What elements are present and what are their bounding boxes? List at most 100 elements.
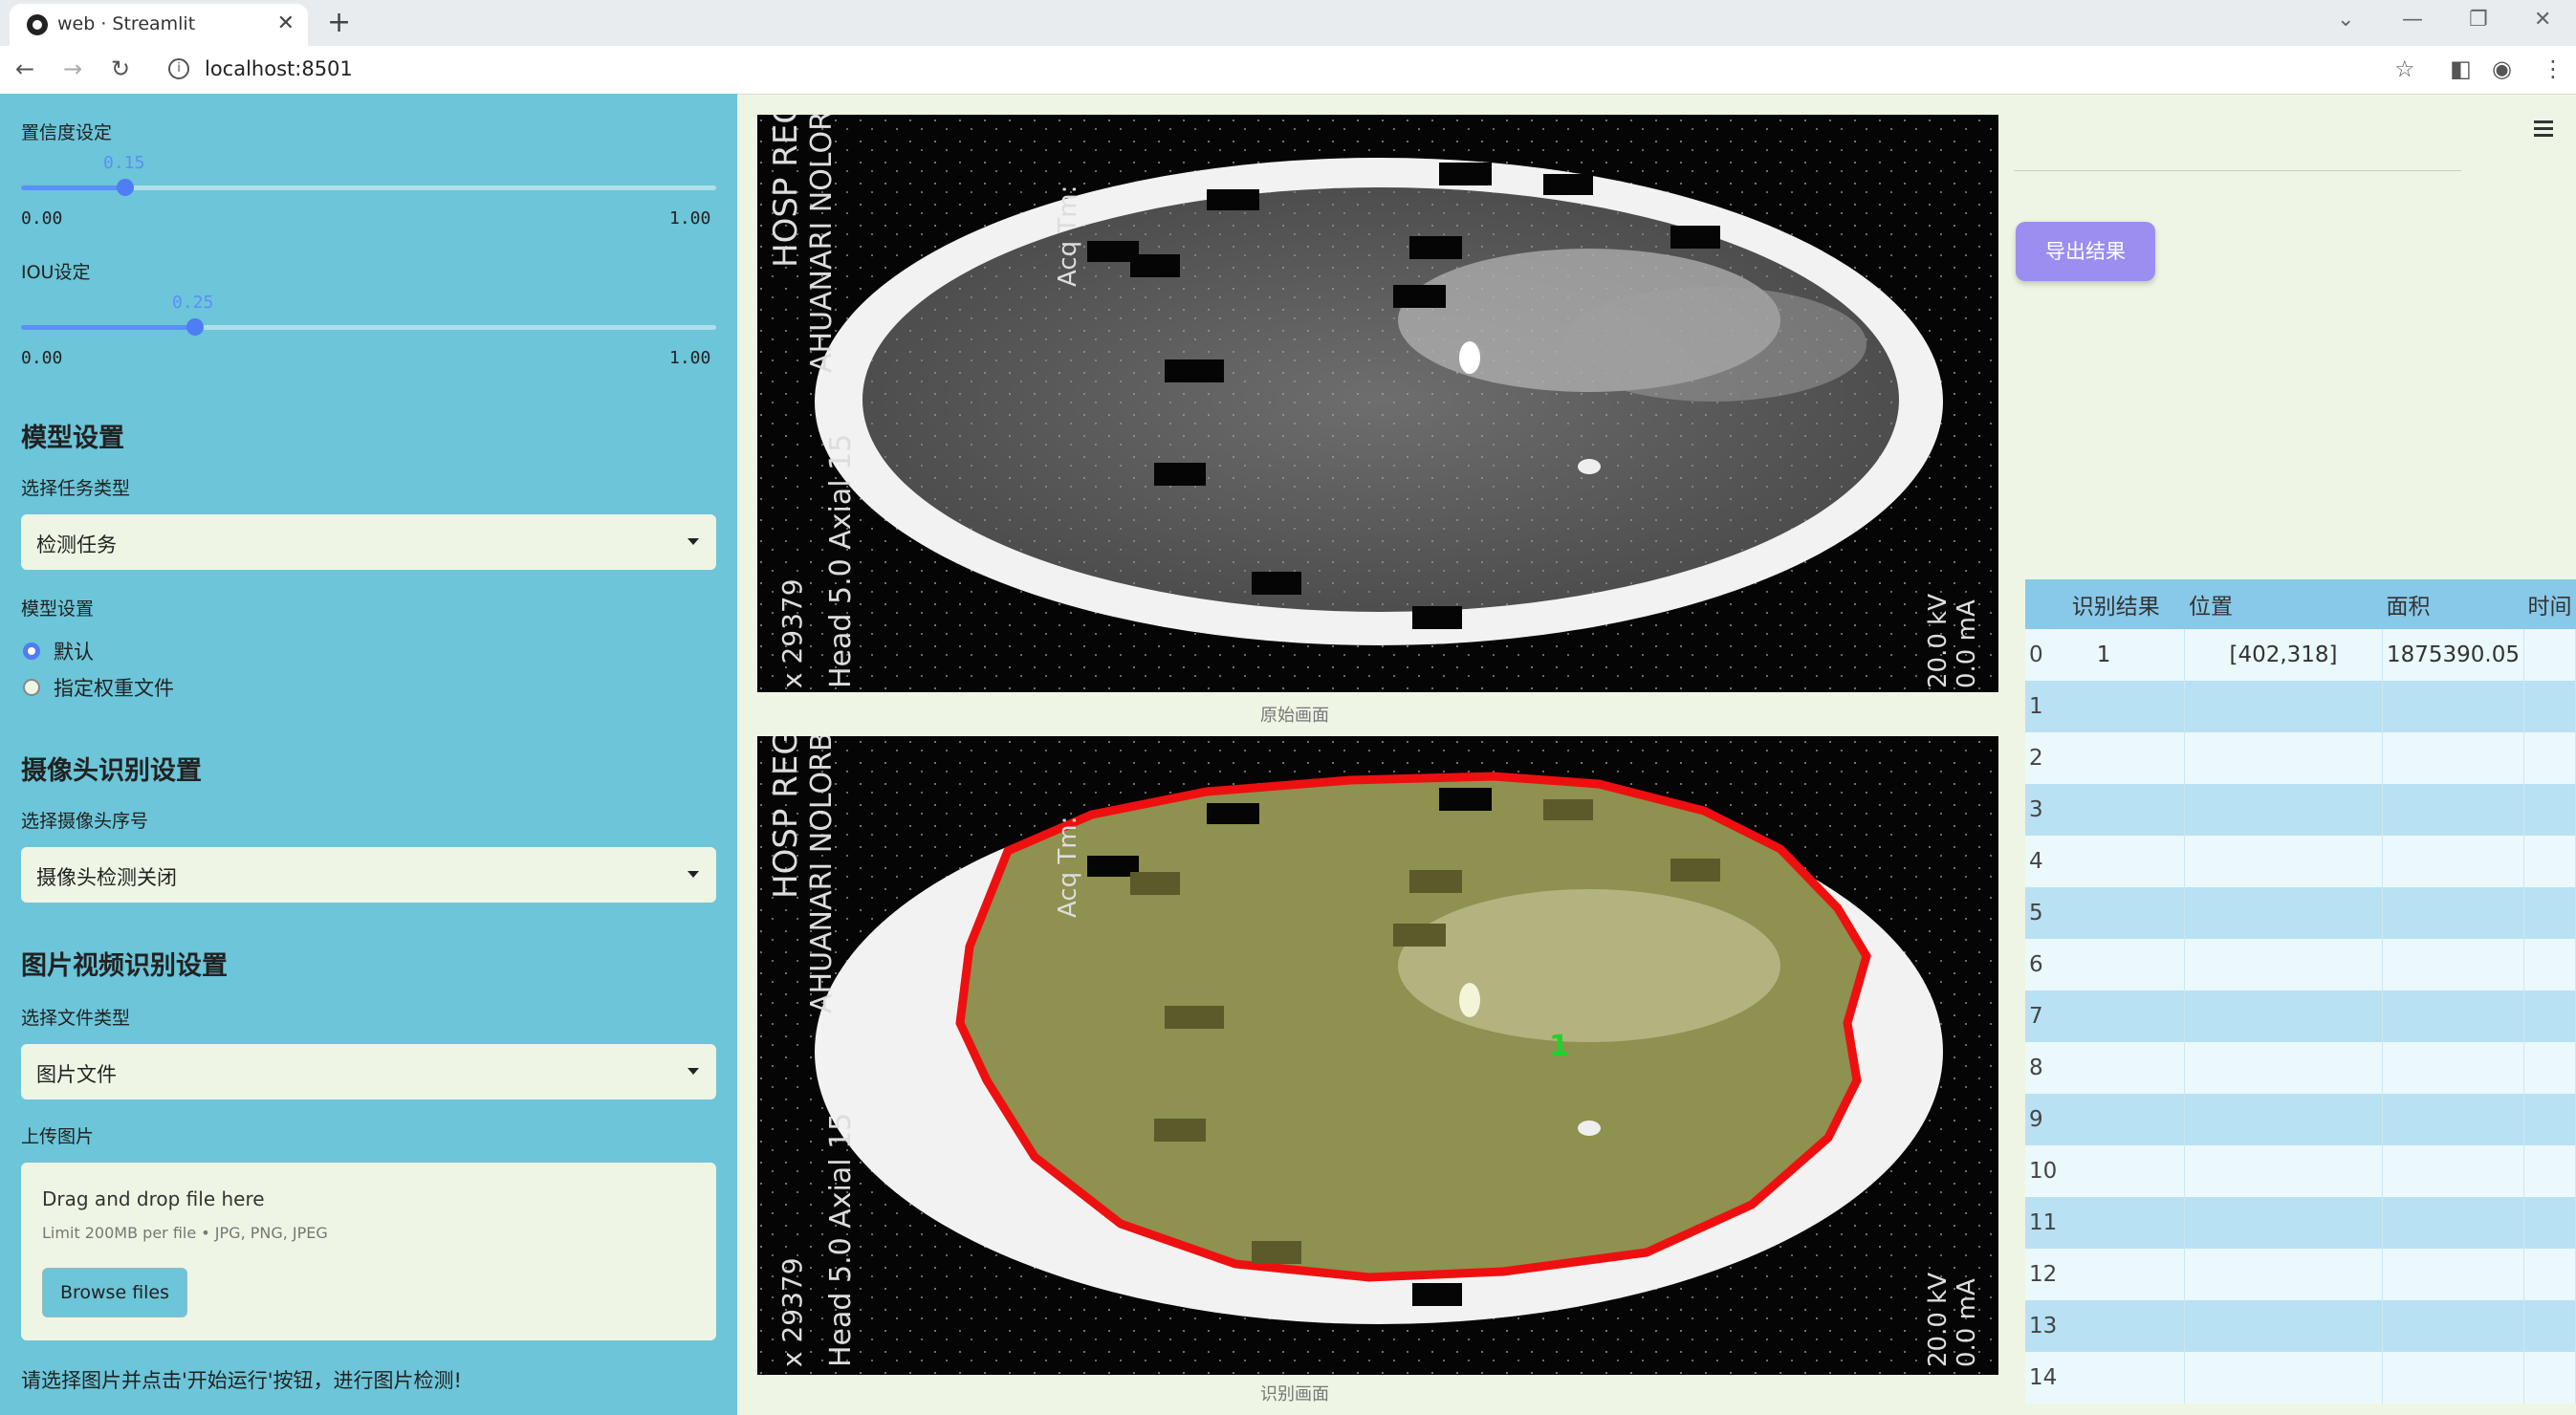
table-row[interactable]: 3	[2025, 784, 2576, 836]
camera-label: 选择摄像头序号	[21, 811, 149, 832]
url-field[interactable]: localhost:8501	[205, 57, 353, 80]
table-row[interactable]: 8	[2025, 1042, 2576, 1094]
profile-avatar-icon[interactable]: ◉	[2492, 55, 2512, 82]
row-index: 0	[2025, 629, 2068, 681]
position-cell	[2184, 939, 2383, 990]
result-image: 1 HOSP REG AHUANARI NOLORBI x 29379 Head…	[757, 736, 1998, 1375]
browser-tab-bar: web · Streamlit ✕ + ⌄ — ❐ ✕	[0, 0, 2576, 46]
table-row[interactable]: 7	[2025, 990, 2576, 1042]
area-cell	[2382, 887, 2525, 939]
table-row[interactable]: 6	[2025, 939, 2576, 990]
original-caption: 原始画面	[1260, 706, 1329, 726]
position-cell: [402,318]	[2184, 629, 2383, 681]
camera-select[interactable]: 摄像头检测关闭	[21, 847, 716, 903]
forward-icon[interactable]: →	[63, 55, 82, 82]
back-icon[interactable]: ←	[15, 55, 34, 82]
model-label: 模型设置	[21, 599, 95, 620]
position-cell	[2184, 836, 2383, 887]
iou-slider-handle[interactable]	[186, 318, 204, 336]
confidence-slider[interactable]	[21, 179, 716, 196]
detection-mask	[955, 772, 1871, 1282]
iou-slider-fill	[21, 325, 195, 330]
time-cell	[2523, 1197, 2576, 1249]
task-type-value: 检测任务	[36, 533, 117, 556]
result-cell	[2067, 990, 2186, 1042]
table-header-row: 识别结果 位置 面积 时间	[2025, 579, 2576, 629]
chevron-down-icon	[688, 1068, 699, 1075]
file-type-label: 选择文件类型	[21, 1008, 131, 1029]
task-type-select[interactable]: 检测任务	[21, 514, 716, 570]
iou-value: 0.25	[172, 293, 214, 313]
row-index: 7	[2025, 990, 2068, 1042]
area-cell	[2382, 784, 2525, 836]
result-cell	[2067, 1042, 2186, 1094]
new-tab-icon[interactable]: +	[327, 6, 351, 39]
table-row[interactable]: 14	[2025, 1352, 2576, 1404]
area-cell	[2382, 681, 2525, 732]
time-cell	[2523, 836, 2576, 887]
position-cell	[2184, 681, 2383, 732]
browse-files-button[interactable]: Browse files	[42, 1268, 187, 1317]
close-tab-icon[interactable]: ✕	[277, 11, 295, 35]
row-index: 8	[2025, 1042, 2068, 1094]
hamburger-menu-icon[interactable]	[2534, 120, 2553, 141]
table-row[interactable]: 12	[2025, 1249, 2576, 1300]
confidence-slider-fill	[21, 185, 126, 190]
minimize-icon[interactable]: —	[2402, 8, 2423, 32]
result-cell	[2067, 887, 2186, 939]
position-cell	[2184, 1145, 2383, 1197]
camera-section-heading: 摄像头识别设置	[21, 756, 202, 786]
browser-menu-icon[interactable]: ⋮	[2542, 55, 2565, 82]
row-index: 14	[2025, 1352, 2068, 1404]
table-row[interactable]: 11	[2025, 1197, 2576, 1249]
streamlit-favicon-icon	[27, 14, 48, 35]
result-cell	[2067, 681, 2186, 732]
file-dropzone[interactable]: Drag and drop file here Limit 200MB per …	[21, 1163, 716, 1340]
position-cell	[2184, 990, 2383, 1042]
result-header[interactable]: 识别结果	[2067, 579, 2185, 629]
restore-icon[interactable]: ❐	[2469, 8, 2488, 32]
time-cell	[2523, 1352, 2576, 1404]
area-header[interactable]: 面积	[2382, 579, 2524, 629]
divider	[2014, 170, 2461, 171]
close-window-icon[interactable]: ✕	[2534, 8, 2551, 32]
export-results-button[interactable]: 导出结果	[2016, 222, 2155, 281]
position-header[interactable]: 位置	[2184, 579, 2383, 629]
position-cell	[2184, 1300, 2383, 1352]
confidence-min: 0.00	[21, 208, 63, 229]
position-cell	[2184, 784, 2383, 836]
time-cell	[2523, 1042, 2576, 1094]
confidence-slider-handle[interactable]	[117, 179, 135, 196]
tab-search-icon[interactable]: ⌄	[2337, 8, 2354, 32]
confidence-label: 置信度设定	[21, 122, 113, 143]
area-cell	[2382, 732, 2525, 784]
iou-slider[interactable]	[21, 318, 716, 336]
results-table[interactable]: 识别结果 位置 面积 时间 0 1 [402,318] 1875390.05 1 2 3 4 5…	[2025, 579, 2576, 1404]
radio-default[interactable]	[23, 642, 40, 660]
table-row[interactable]: 0 1 [402,318] 1875390.05	[2025, 629, 2576, 681]
table-row[interactable]: 13	[2025, 1300, 2576, 1352]
reload-icon[interactable]: ↻	[111, 55, 130, 82]
table-row[interactable]: 1	[2025, 681, 2576, 732]
time-cell	[2523, 1094, 2576, 1145]
bookmark-star-icon[interactable]: ☆	[2394, 55, 2415, 82]
time-header[interactable]: 时间	[2523, 579, 2576, 629]
file-type-select[interactable]: 图片文件	[21, 1044, 716, 1099]
side-panel-icon[interactable]: ◧	[2450, 55, 2472, 82]
radio-custom-weights-label: 指定权重文件	[54, 677, 174, 700]
result-cell: 1	[2067, 629, 2186, 681]
table-row[interactable]: 2	[2025, 732, 2576, 784]
table-row[interactable]: 9	[2025, 1094, 2576, 1145]
result-cell	[2067, 836, 2186, 887]
row-index: 5	[2025, 887, 2068, 939]
table-row[interactable]: 4	[2025, 836, 2576, 887]
table-row[interactable]: 5	[2025, 887, 2576, 939]
model-section-heading: 模型设置	[21, 424, 124, 453]
site-info-icon[interactable]: i	[168, 58, 189, 79]
radio-custom-weights[interactable]	[23, 679, 40, 696]
row-index: 10	[2025, 1145, 2068, 1197]
browser-tab[interactable]: web · Streamlit ✕	[10, 4, 308, 46]
table-row[interactable]: 10	[2025, 1145, 2576, 1197]
address-bar: ← → ↻ i localhost:8501 ☆ ◧ ◉ ⋮	[0, 46, 2576, 95]
area-cell	[2382, 990, 2525, 1042]
